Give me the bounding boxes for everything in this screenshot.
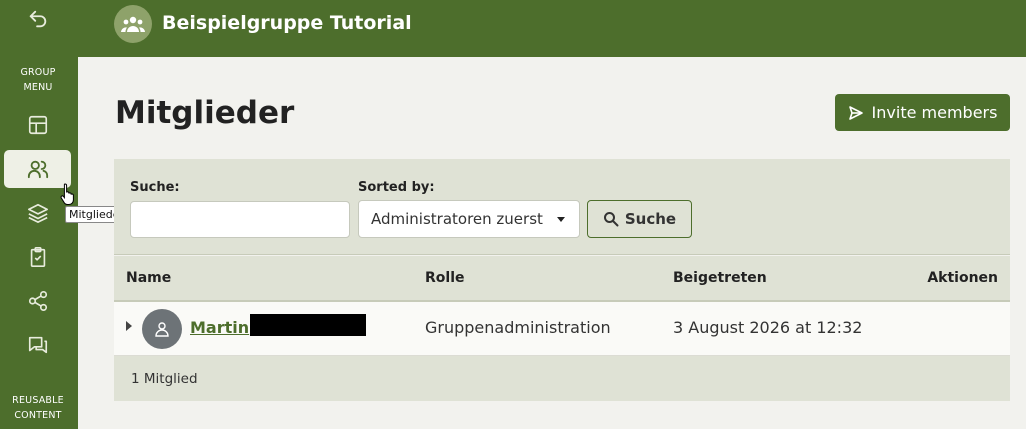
members-table-footer: 1 Mitglied: [114, 356, 1010, 401]
layers-icon: [27, 203, 48, 223]
caret-down-icon: [557, 217, 565, 222]
member-role: Gruppenadministration: [425, 318, 611, 337]
sort-label: Sorted by:: [358, 180, 435, 195]
member-count: 1 Mitglied: [131, 371, 198, 387]
avatar: [142, 309, 182, 349]
member-joined-date: 3 August 2026 at 12:32: [673, 318, 863, 337]
redacted-surname: [250, 314, 366, 336]
reusable-content-label: REUSABLE CONTENT: [12, 395, 64, 421]
column-header-joined[interactable]: Beigetreten: [673, 270, 767, 286]
column-header-role[interactable]: Rolle: [425, 270, 465, 286]
invite-members-label: Invite members: [871, 103, 998, 122]
dashboard-layout-icon: [28, 115, 47, 135]
sidebar-item-tasks[interactable]: [4, 238, 71, 276]
chat-icon: [28, 336, 47, 354]
sidebar-item-dashboard[interactable]: [4, 106, 71, 144]
member-filter-panel: Suche: Sorted by: Administratoren zuerst…: [114, 159, 1010, 255]
search-input[interactable]: [130, 201, 350, 238]
back-button[interactable]: [4, 0, 71, 38]
sidebar-item-share[interactable]: [4, 282, 71, 320]
search-label: Suche:: [130, 180, 180, 195]
sort-select-value: Administratoren zuerst: [371, 210, 543, 228]
column-header-name[interactable]: Name: [126, 270, 171, 286]
expand-row-icon[interactable]: [126, 321, 132, 331]
group-header: Beispielgruppe Tutorial: [78, 0, 1026, 57]
share-icon: [28, 291, 47, 311]
hand-cursor-icon: [60, 183, 74, 205]
invite-members-button[interactable]: Invite members: [835, 94, 1010, 131]
search-button-label: Suche: [624, 210, 677, 228]
members-icon: [27, 160, 48, 179]
members-table-header: Name Rolle Beigetreten Aktionen: [114, 256, 1010, 302]
search-button[interactable]: Suche: [587, 200, 692, 238]
member-name-link[interactable]: Martin: [190, 318, 249, 337]
table-row: Martin Gruppenadministration 3 August 20…: [114, 302, 1010, 356]
send-icon: [848, 105, 863, 120]
back-arrow-icon: [29, 10, 46, 28]
page-title: Mitglieder: [115, 95, 295, 131]
user-icon: [155, 322, 169, 337]
sort-select[interactable]: Administratoren zuerst: [358, 200, 580, 238]
sidebar-item-chat[interactable]: [4, 326, 71, 364]
clipboard-check-icon: [30, 247, 45, 267]
search-icon: [603, 212, 619, 227]
group-avatar: [114, 5, 152, 43]
group-menu-label: GROUP MENU: [20, 67, 56, 93]
column-header-actions: Aktionen: [927, 270, 998, 286]
group-title[interactable]: Beispielgruppe Tutorial: [162, 12, 412, 34]
group-icon: [121, 16, 145, 32]
